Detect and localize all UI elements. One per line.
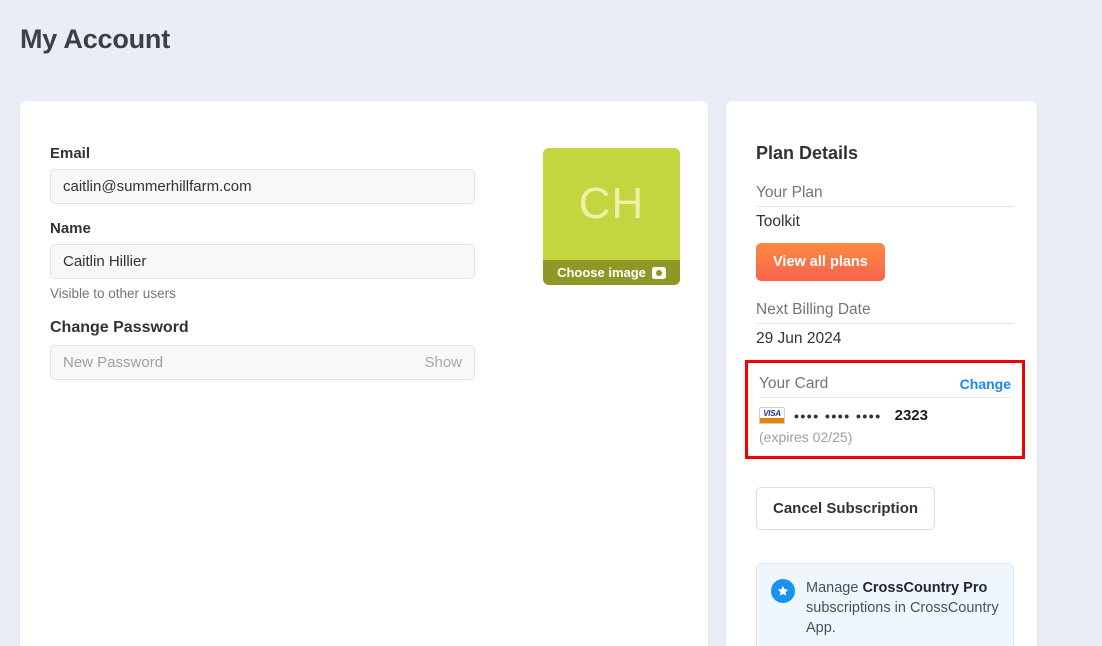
avatar-initials: CH [543,148,680,260]
choose-image-button[interactable]: Choose image [543,260,680,285]
email-input[interactable] [50,169,475,204]
card-expiry: (expires 02/25) [759,429,1011,445]
name-field-wrap [50,244,475,279]
show-password-toggle[interactable]: Show [424,354,462,371]
new-password-input[interactable] [50,345,475,380]
next-billing-value: 29 Jun 2024 [756,330,1014,348]
change-card-link[interactable]: Change [960,376,1011,392]
plan-details-panel: Plan Details Your Plan Toolkit View all … [726,101,1037,646]
visa-icon: VISA [759,407,785,424]
next-billing-label: Next Billing Date [756,301,871,318]
your-plan-row: Your Plan [756,184,1014,207]
choose-image-label: Choose image [557,265,646,280]
name-input[interactable] [50,244,475,279]
card-number-row: VISA •••• •••• •••• 2323 [759,407,1011,424]
account-details-panel: Email Name Visible to other users Change… [20,101,708,646]
info-text-before: Manage [806,580,862,596]
name-label: Name [50,220,475,237]
info-text-product: CrossCountry Pro [862,580,987,596]
visa-icon-stripe [760,418,784,423]
visa-icon-label: VISA [760,409,784,418]
plan-details-heading: Plan Details [756,143,1014,164]
manage-subscriptions-info-box: Manage CrossCountry Pro subscriptions in… [756,563,1014,646]
your-plan-value: Toolkit [756,213,1014,231]
card-masked-digits: •••• •••• •••• [794,408,882,424]
view-all-plans-button[interactable]: View all plans [756,243,885,281]
account-page: My Account Email Name Visible to other u… [0,0,1102,646]
email-label: Email [50,145,475,162]
page-title: My Account [20,24,170,55]
your-plan-label: Your Plan [756,184,823,201]
account-form: Email Name Visible to other users Change… [50,145,475,396]
your-card-highlight-box: Your Card Change VISA •••• •••• •••• 232… [745,360,1025,459]
cancel-subscription-wrap: Cancel Subscription [756,487,1014,530]
camera-icon [652,267,666,279]
star-icon [771,579,795,603]
name-helper-text: Visible to other users [50,286,475,301]
email-field-wrap [50,169,475,204]
cancel-subscription-button[interactable]: Cancel Subscription [756,487,935,530]
card-last4: 2323 [895,407,928,424]
your-card-label: Your Card [759,375,828,392]
next-billing-row: Next Billing Date [756,301,1014,324]
plan-details-content: Plan Details Your Plan Toolkit View all … [756,143,1014,646]
info-text-after: subscriptions in CrossCountry App. [806,600,999,636]
manage-subscriptions-text: Manage CrossCountry Pro subscriptions in… [806,578,999,638]
avatar[interactable]: CH Choose image [543,148,680,285]
change-password-label: Change Password [50,319,475,337]
your-card-row: Your Card Change [759,375,1011,398]
new-password-field-wrap: Show [50,345,475,380]
